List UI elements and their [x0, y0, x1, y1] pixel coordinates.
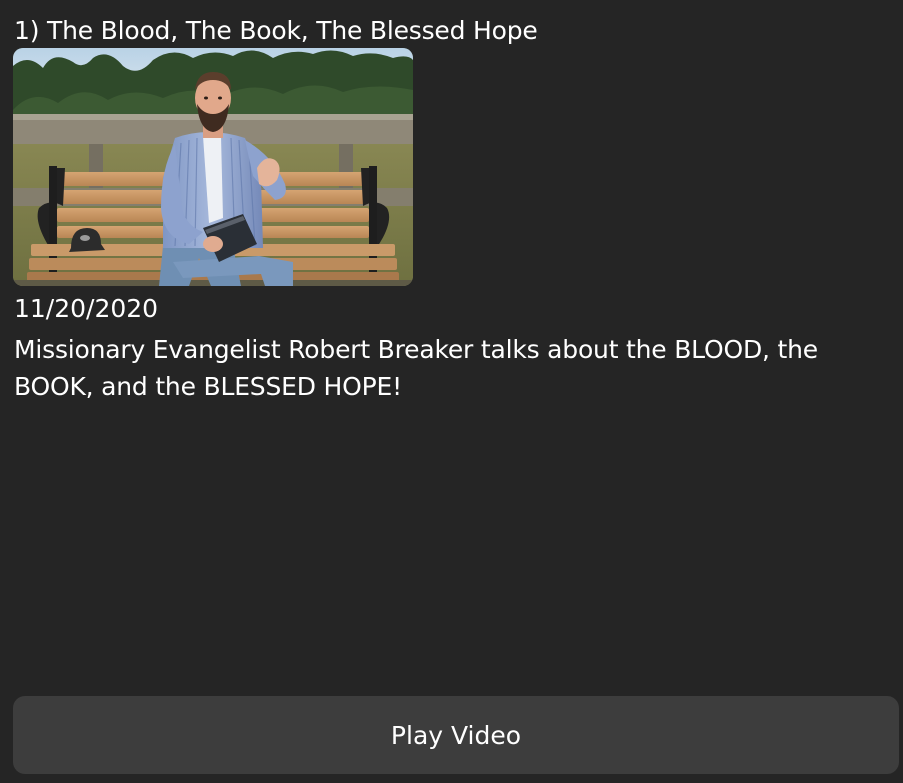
play-video-button[interactable]: Play Video — [13, 696, 899, 774]
video-detail-page: 1) The Blood, The Book, The Blessed Hope — [0, 0, 903, 783]
thumbnail-image — [13, 48, 413, 286]
video-thumbnail[interactable] — [13, 48, 413, 286]
video-description: Missionary Evangelist Robert Breaker tal… — [14, 335, 818, 401]
video-date: 11/20/2020 — [14, 294, 159, 323]
video-title: 1) The Blood, The Book, The Blessed Hope — [14, 16, 538, 45]
